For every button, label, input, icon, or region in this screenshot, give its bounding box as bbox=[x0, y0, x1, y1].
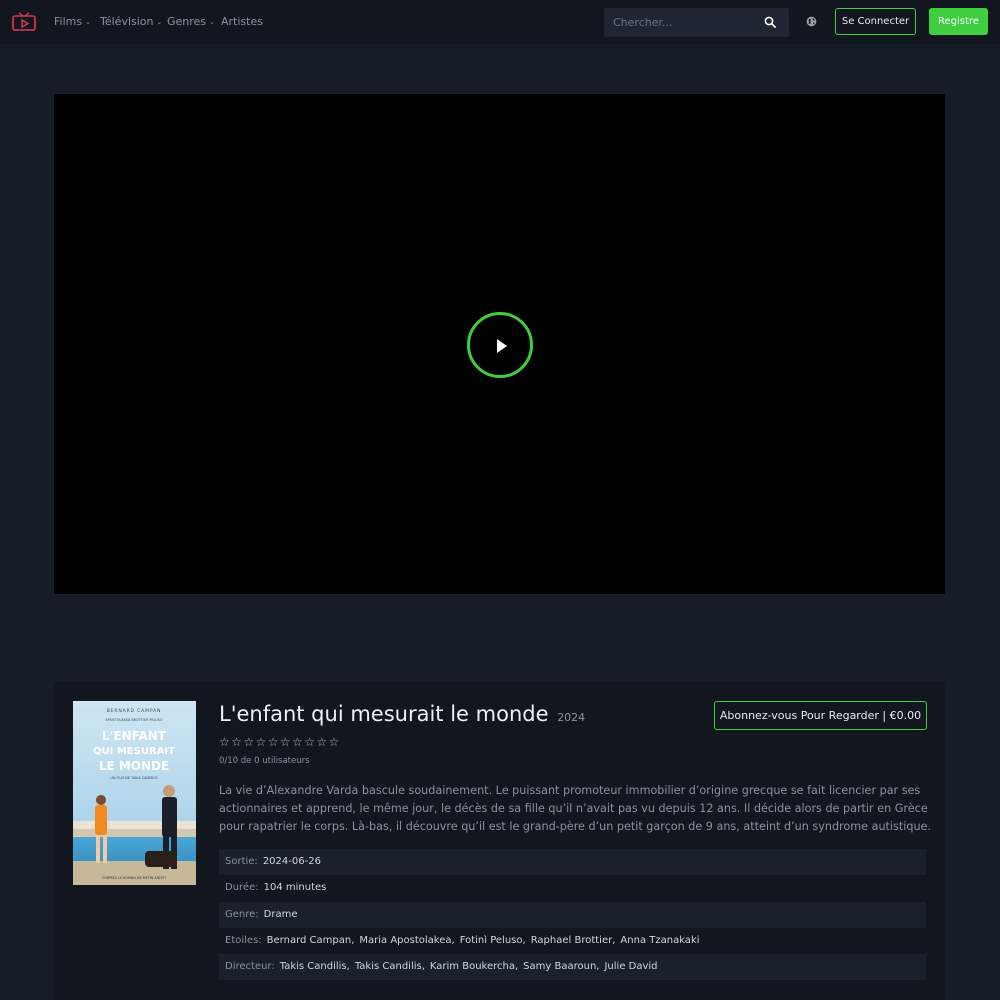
chevron-down-icon: ⌄ bbox=[85, 18, 91, 26]
detail-row: Sortie: 2024-06-26 bbox=[219, 849, 926, 875]
detail-value[interactable]: Anna Tzanakaki bbox=[620, 935, 699, 946]
movie-poster[interactable]: BERNARD CAMPAN APOSTOLAKEA BROTTIER PELU… bbox=[73, 701, 196, 885]
movie-title-text: L'enfant qui mesurait le monde bbox=[219, 702, 549, 726]
nav-item-label: Télévision bbox=[100, 15, 154, 28]
search-icon[interactable] bbox=[764, 16, 776, 28]
detail-label: Directeur: bbox=[225, 961, 275, 973]
star-outline-icon[interactable]: ☆ bbox=[243, 735, 255, 749]
poster-bottom-line: D'APRÈS LE ROMAN DE METIN ARDITI bbox=[102, 875, 166, 880]
globe-icon[interactable] bbox=[806, 16, 817, 27]
detail-value[interactable]: Julie David bbox=[604, 961, 657, 972]
video-player[interactable] bbox=[54, 94, 945, 594]
detail-separator: , bbox=[351, 934, 355, 946]
star-outline-icon[interactable]: ☆ bbox=[268, 735, 280, 749]
nav-item-label: Films bbox=[54, 15, 83, 28]
movie-info-panel: BERNARD CAMPAN APOSTOLAKEA BROTTIER PELU… bbox=[54, 682, 945, 1000]
chevron-down-icon: ⌄ bbox=[156, 18, 163, 26]
star-outline-icon[interactable]: ☆ bbox=[280, 735, 292, 749]
nav-item-genres[interactable]: Genres ⌄ bbox=[167, 0, 215, 44]
poster-image: BERNARD CAMPAN APOSTOLAKEA BROTTIER PELU… bbox=[73, 701, 196, 885]
detail-separator: , bbox=[451, 934, 455, 946]
star-outline-icon[interactable]: ☆ bbox=[292, 735, 304, 749]
star-outline-icon[interactable]: ☆ bbox=[329, 735, 341, 749]
detail-label: Durée: bbox=[225, 882, 259, 894]
detail-value[interactable]: Karim Boukercha bbox=[430, 961, 515, 972]
movie-year: 2024 bbox=[557, 711, 586, 724]
detail-label: Genre: bbox=[225, 908, 259, 920]
detail-row: Durée: 104 minutes bbox=[219, 875, 926, 901]
detail-value[interactable]: Samy Baaroun bbox=[523, 961, 596, 972]
movie-synopsis: La vie d’Alexandre Varda bascule soudain… bbox=[219, 784, 931, 833]
movie-title: L'enfant qui mesurait le monde 2024 bbox=[219, 702, 585, 726]
poster-title-line: L'ENFANT bbox=[102, 729, 167, 743]
poster-cast-line: APOSTOLAKEA BROTTIER PELUSO bbox=[105, 718, 163, 722]
poster-title-line: LE MONDE bbox=[99, 759, 169, 773]
detail-value[interactable]: Takis Candilis bbox=[280, 961, 347, 972]
detail-row: Directeur: Takis Candilis, Takis Candilis,… bbox=[219, 954, 926, 981]
detail-row: Etoiles: Bernard Campan, Maria Apostolakea… bbox=[219, 928, 926, 954]
detail-separator: , bbox=[596, 961, 600, 973]
play-icon bbox=[497, 339, 507, 353]
nav-item-films[interactable]: Films ⌄ bbox=[54, 0, 91, 44]
detail-separator: , bbox=[514, 961, 519, 973]
detail-separator: , bbox=[421, 961, 425, 973]
detail-value[interactable]: Takis Candilis bbox=[355, 961, 422, 972]
navbar: Films⌄ Télévision⌄ Genres⌄ Artistes Se C… bbox=[0, 0, 1000, 44]
chevron-down-icon: ⌄ bbox=[209, 18, 215, 26]
detail-value: Drame bbox=[263, 908, 298, 920]
nav-item-label: Artistes bbox=[221, 15, 263, 28]
detail-label: Sortie: bbox=[225, 856, 258, 867]
detail-separator: , bbox=[612, 934, 616, 946]
detail-value[interactable]: Fotinì Peluso bbox=[460, 935, 523, 946]
register-button[interactable]: Registre bbox=[929, 8, 988, 35]
search-input[interactable] bbox=[604, 8, 764, 37]
poster-title-line: QUI MESURAIT bbox=[93, 746, 175, 757]
play-button[interactable] bbox=[467, 312, 533, 378]
poster-top-name: BERNARD CAMPAN bbox=[107, 708, 162, 714]
nav-item-label: Genres bbox=[167, 15, 207, 28]
detail-value: 2024-06-26 bbox=[262, 856, 321, 867]
detail-separator: , bbox=[522, 934, 526, 946]
star-rating[interactable]: ☆☆☆☆☆☆☆☆☆☆ bbox=[219, 735, 341, 749]
detail-value: 104 minutes bbox=[263, 882, 327, 894]
star-outline-icon[interactable]: ☆ bbox=[231, 735, 243, 749]
subscribe-button[interactable]: Abonnez-vous Pour Regarder | €0.00 bbox=[714, 701, 927, 730]
detail-row: Genre: Drame bbox=[219, 901, 926, 928]
login-button[interactable]: Se Connecter bbox=[835, 8, 916, 35]
detail-value[interactable]: Bernard Campan bbox=[267, 935, 352, 946]
rating-summary: 0/10 de 0 utilisateurs bbox=[219, 756, 310, 766]
star-outline-icon[interactable]: ☆ bbox=[256, 735, 268, 749]
nav-item-artistes[interactable]: Artistes bbox=[221, 0, 263, 44]
poster-director-line: UN FILM DE TAKIS CANDILIS bbox=[110, 776, 157, 780]
search-box bbox=[604, 8, 789, 37]
detail-value[interactable]: Maria Apostolakea bbox=[359, 935, 451, 946]
detail-separator: , bbox=[346, 961, 350, 973]
star-outline-icon[interactable]: ☆ bbox=[304, 735, 316, 749]
tv-play-logo-icon[interactable] bbox=[12, 12, 36, 32]
star-outline-icon[interactable]: ☆ bbox=[219, 735, 231, 749]
detail-label: Etoiles: bbox=[225, 934, 262, 946]
detail-value[interactable]: Raphael Brottier bbox=[531, 935, 613, 946]
nav-item-television[interactable]: Télévision ⌄ bbox=[100, 0, 162, 44]
star-outline-icon[interactable]: ☆ bbox=[316, 735, 328, 749]
